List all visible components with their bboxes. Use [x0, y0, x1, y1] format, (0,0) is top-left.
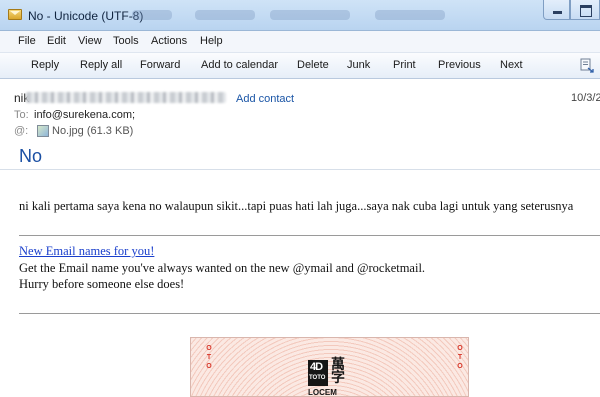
- menu-help[interactable]: Help: [200, 35, 223, 47]
- promo-text-line: Get the Email name you've always wanted …: [19, 261, 426, 275]
- message-subject: No: [19, 146, 43, 166]
- reply-button[interactable]: Reply: [31, 59, 59, 71]
- logo-4d-text: 4D: [310, 361, 323, 373]
- promo-link[interactable]: New Email names for you!: [19, 244, 154, 259]
- reply-all-button[interactable]: Reply all: [80, 59, 122, 71]
- print-button[interactable]: Print: [393, 59, 416, 71]
- delete-button[interactable]: Delete: [297, 59, 329, 71]
- menu-file[interactable]: File: [18, 35, 36, 47]
- ticket-side-text: OTO: [206, 345, 212, 370]
- menu-actions[interactable]: Actions: [151, 35, 187, 47]
- image-file-icon: [37, 125, 49, 137]
- mail-app-icon: [8, 9, 22, 20]
- to-label: To:: [14, 109, 29, 121]
- menu-view[interactable]: View: [78, 35, 102, 47]
- divider: [19, 235, 600, 236]
- forward-button[interactable]: Forward: [140, 59, 180, 71]
- add-contact-link[interactable]: Add contact: [236, 93, 294, 105]
- menu-tools[interactable]: Tools: [113, 35, 139, 47]
- message-text: ni kali pertama saya kena no walaupun si…: [19, 199, 574, 213]
- minimize-button[interactable]: [543, 0, 570, 20]
- menu-bar: File Edit View Tools Actions Help: [0, 31, 600, 53]
- header-divider: [0, 169, 600, 170]
- background-tab: [132, 10, 172, 20]
- redacted-sender-email: [26, 92, 226, 103]
- ticket-side-text: OTO: [457, 345, 463, 370]
- message-header: nik Add contact 10/3/2 To: info@surekena…: [0, 80, 600, 170]
- window-title: No - Unicode (UTF-8): [28, 9, 144, 23]
- attached-ticket-image: OTO OTO 4D TOTO 萬字 LOCEM: [190, 337, 469, 397]
- ticket-code: LOCEM: [308, 388, 337, 397]
- menu-edit[interactable]: Edit: [47, 35, 66, 47]
- recipient-address[interactable]: info@surekena.com;: [34, 109, 135, 121]
- toto-4d-logo: 4D TOTO: [308, 360, 328, 386]
- toolbar: Reply Reply all Forward Add to calendar …: [0, 53, 600, 79]
- next-button[interactable]: Next: [500, 59, 523, 71]
- background-tab: [375, 10, 445, 20]
- logo-brand-text: TOTO: [309, 375, 326, 381]
- paperclip-icon: @:: [14, 125, 29, 137]
- background-tab: [195, 10, 255, 20]
- attachment-link[interactable]: No.jpg (61.3 KB): [52, 125, 133, 137]
- junk-button[interactable]: Junk: [347, 59, 370, 71]
- previous-button[interactable]: Previous: [438, 59, 481, 71]
- maximize-button[interactable]: [570, 0, 600, 20]
- title-bar: No - Unicode (UTF-8): [0, 0, 600, 31]
- background-tab: [270, 10, 350, 20]
- logo-chinese-text: 萬字: [331, 357, 345, 386]
- message-date: 10/3/2: [571, 92, 600, 104]
- add-to-calendar-button[interactable]: Add to calendar: [201, 59, 278, 71]
- promo-text-line: Hurry before someone else does!: [19, 277, 185, 291]
- divider: [19, 313, 600, 314]
- expand-message-icon[interactable]: [580, 58, 594, 73]
